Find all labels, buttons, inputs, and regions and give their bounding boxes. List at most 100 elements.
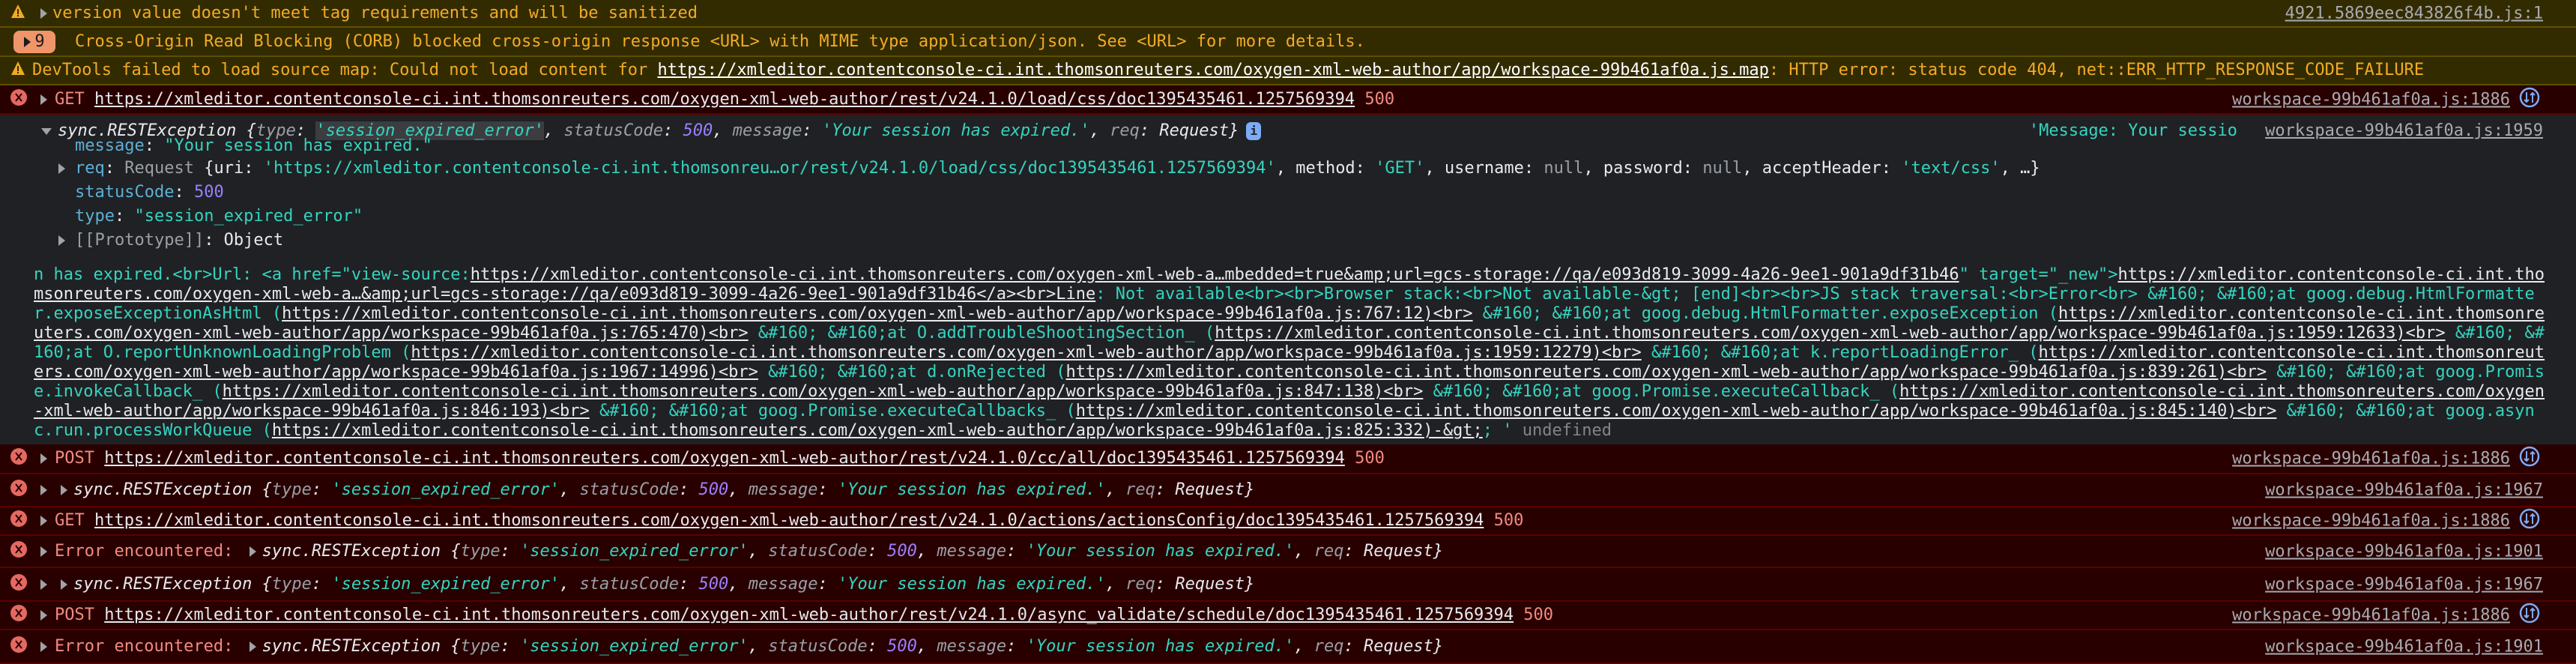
message-text: : <box>817 480 838 499</box>
url-link[interactable]: https://xmleditor.contentconsole-ci.int.… <box>104 449 1345 468</box>
message-content: POST https://xmleditor.contentconsole-ci… <box>55 606 1553 625</box>
message-text: &#160; &#160;at goog.debug.HtmlFormatter… <box>1472 304 2059 323</box>
expand-message-toggle[interactable] <box>40 546 47 557</box>
message-text: , method: <box>1275 159 1376 178</box>
source-location-link[interactable]: workspace-99b461af0a.js:1886 <box>2232 450 2510 468</box>
expand-message-toggle[interactable] <box>40 7 47 19</box>
url-link[interactable]: https://xmleditor.contentconsole-ci.int.… <box>94 90 1355 109</box>
source-location-link[interactable]: workspace-99b461af0a.js:1959 <box>2265 121 2543 141</box>
message-text: : HTTP error: status code 404, net::ERR_… <box>1768 61 2425 79</box>
message-text: : <box>662 121 683 140</box>
message-content: GET https://xmleditor.contentconsole-ci.… <box>55 511 1523 531</box>
url-link[interactable]: https://xmleditor.contentconsole-ci.int.… <box>272 421 1483 440</box>
expand-group-toggle[interactable] <box>24 36 31 47</box>
expand-property-toggle[interactable] <box>58 235 65 246</box>
message-text: Error encountered: <box>55 636 244 656</box>
info-icon[interactable]: i <box>1246 122 1262 140</box>
expand-object-toggle[interactable] <box>61 485 67 495</box>
url-link[interactable]: https://xmleditor.contentconsole-ci.int.… <box>223 382 1424 401</box>
expand-message-toggle[interactable] <box>40 610 47 621</box>
message-text: &#160; &#160;at goog.Promise.executeCall… <box>589 402 1076 420</box>
message-text: : <box>114 207 135 226</box>
expand-message-toggle[interactable] <box>40 579 47 590</box>
collapse-object-toggle[interactable] <box>41 127 52 135</box>
source-location-link[interactable]: 4921.5869eec843826f4b.js:1 <box>2285 4 2543 22</box>
source-location-link[interactable]: workspace-99b461af0a.js:1967 <box>2265 481 2543 500</box>
url-link[interactable]: ers.com/oxygen-xml-web-author/app/worksp… <box>34 363 758 381</box>
object-property[interactable]: [[Prototype]]: Object <box>58 231 283 250</box>
message-text <box>94 449 104 468</box>
message-count: 9 <box>34 32 45 51</box>
message-text: &#160; &#160;at goog.asyn <box>2276 402 2535 420</box>
property-key: message <box>937 541 1007 561</box>
message-text: : <box>817 574 838 594</box>
console-message-error: Error encountered: sync.RESTException {t… <box>0 630 2576 664</box>
error-icon <box>10 88 28 111</box>
source-location-link[interactable]: workspace-99b461af0a.js:1967 <box>2265 575 2543 594</box>
url-link[interactable]: https://xmleditor.contentconsole-ci.int.… <box>94 511 1484 530</box>
url-link[interactable]: https://xmleditor.contentconsole-ci.int.… <box>1076 402 2277 420</box>
url-link[interactable]: https://xmleditor.contentconsole-ci.int.… <box>471 265 1959 284</box>
message-text: , <box>748 541 769 561</box>
expand-object-toggle[interactable] <box>249 641 256 652</box>
property-key: statusCode <box>563 121 663 140</box>
url-link[interactable]: https://xmleditor.contentconsole-ci.int.… <box>411 343 1641 362</box>
url-link[interactable]: https://xmleditor.contentconsole-ci.int.… <box>104 606 1514 624</box>
expand-object-toggle[interactable] <box>61 579 67 590</box>
object-property[interactable]: req: Request {uri: 'https://xmleditor.co… <box>58 159 2040 178</box>
property-key: message <box>937 636 1007 656</box>
property-key: type <box>75 207 115 226</box>
message-text: : <box>678 574 699 594</box>
url-link[interactable]: uters.com/oxygen-xml-web-author/app/work… <box>34 324 749 342</box>
source-location-link[interactable]: workspace-99b461af0a.js:1901 <box>2265 637 2543 656</box>
message-text-line: c.run.processWorkQueue (https://xmledito… <box>34 421 1612 441</box>
url-link[interactable]: https://xmleditor.contentconsole-ci.int.… <box>657 61 1768 79</box>
expand-object-toggle[interactable] <box>249 546 256 557</box>
message-text-line: e.invokeCallback_ (https://xmleditor.con… <box>34 382 2545 402</box>
network-request-icon[interactable] <box>2519 508 2540 534</box>
expand-message-toggle[interactable] <box>40 641 47 652</box>
message-text: , …} <box>2000 159 2040 178</box>
number-value: 500 <box>698 574 729 594</box>
source-location-link[interactable]: workspace-99b461af0a.js:1901 <box>2265 542 2543 561</box>
object-preview-text: sync.RESTException { <box>73 574 272 594</box>
string-value: 'text/css' <box>1901 159 2001 178</box>
message-text: : <box>678 480 699 499</box>
expand-message-toggle[interactable] <box>40 453 47 464</box>
string-value: 'Your session has expired.' <box>1026 636 1295 656</box>
error-icon <box>10 573 28 596</box>
expand-property-toggle[interactable] <box>58 163 65 174</box>
message-text <box>85 90 94 109</box>
message-text: &#160; &#160;at O.addTroubleShootingSect… <box>748 324 1215 342</box>
console-message-error: POST https://xmleditor.contentconsole-ci… <box>0 444 2576 474</box>
source-location-link[interactable]: workspace-99b461af0a.js:1886 <box>2232 512 2510 531</box>
url-link[interactable]: https://xmleditor.contentconsole-ci.int.… <box>1215 324 2445 342</box>
object-preview-text: sync.RESTException { <box>261 541 461 561</box>
url-link[interactable]: https://xmleditor.contentconsole-ci.int.… <box>2118 265 2545 284</box>
message-text: : <box>500 636 521 656</box>
network-request-icon[interactable] <box>2519 446 2540 471</box>
property-key: message <box>732 121 802 140</box>
url-link[interactable]: https://xmleditor.contentconsole-ci.int.… <box>282 304 1472 323</box>
message-text: , <box>728 574 749 594</box>
url-link[interactable]: -xml-web-author/app/workspace-99b461af0a… <box>34 402 590 420</box>
expand-message-toggle[interactable] <box>40 485 47 495</box>
expand-message-toggle[interactable] <box>40 94 47 105</box>
message-text: : <box>174 183 194 202</box>
expand-message-toggle[interactable] <box>40 516 47 526</box>
url-link[interactable]: msonreuters.com/oxygen-xml-web-a…&amp;ur… <box>34 285 1095 304</box>
http-method: GET <box>55 511 85 530</box>
message-text: c.run.processWorkQueue ( <box>34 421 272 440</box>
network-request-icon[interactable] <box>2519 87 2540 112</box>
network-request-icon[interactable] <box>2519 603 2540 628</box>
source-location-link[interactable]: workspace-99b461af0a.js:1886 <box>2232 90 2510 109</box>
url-link[interactable]: https://xmleditor.contentconsole-ci.int.… <box>2058 304 2545 323</box>
message-text: : <box>1155 480 1176 499</box>
grouped-message-count-badge[interactable]: 9 <box>13 30 55 53</box>
message-text-line: uters.com/oxygen-xml-web-author/app/work… <box>34 324 2545 343</box>
url-link[interactable]: https://xmleditor.contentconsole-ci.int.… <box>2039 343 2545 362</box>
url-link[interactable]: https://xmleditor.contentconsole-ci.int.… <box>1899 382 2545 401</box>
url-link[interactable]: https://xmleditor.contentconsole-ci.int.… <box>1066 363 2267 381</box>
message-text-line: -xml-web-author/app/workspace-99b461af0a… <box>34 402 2535 421</box>
source-location-link[interactable]: workspace-99b461af0a.js:1886 <box>2232 606 2510 625</box>
